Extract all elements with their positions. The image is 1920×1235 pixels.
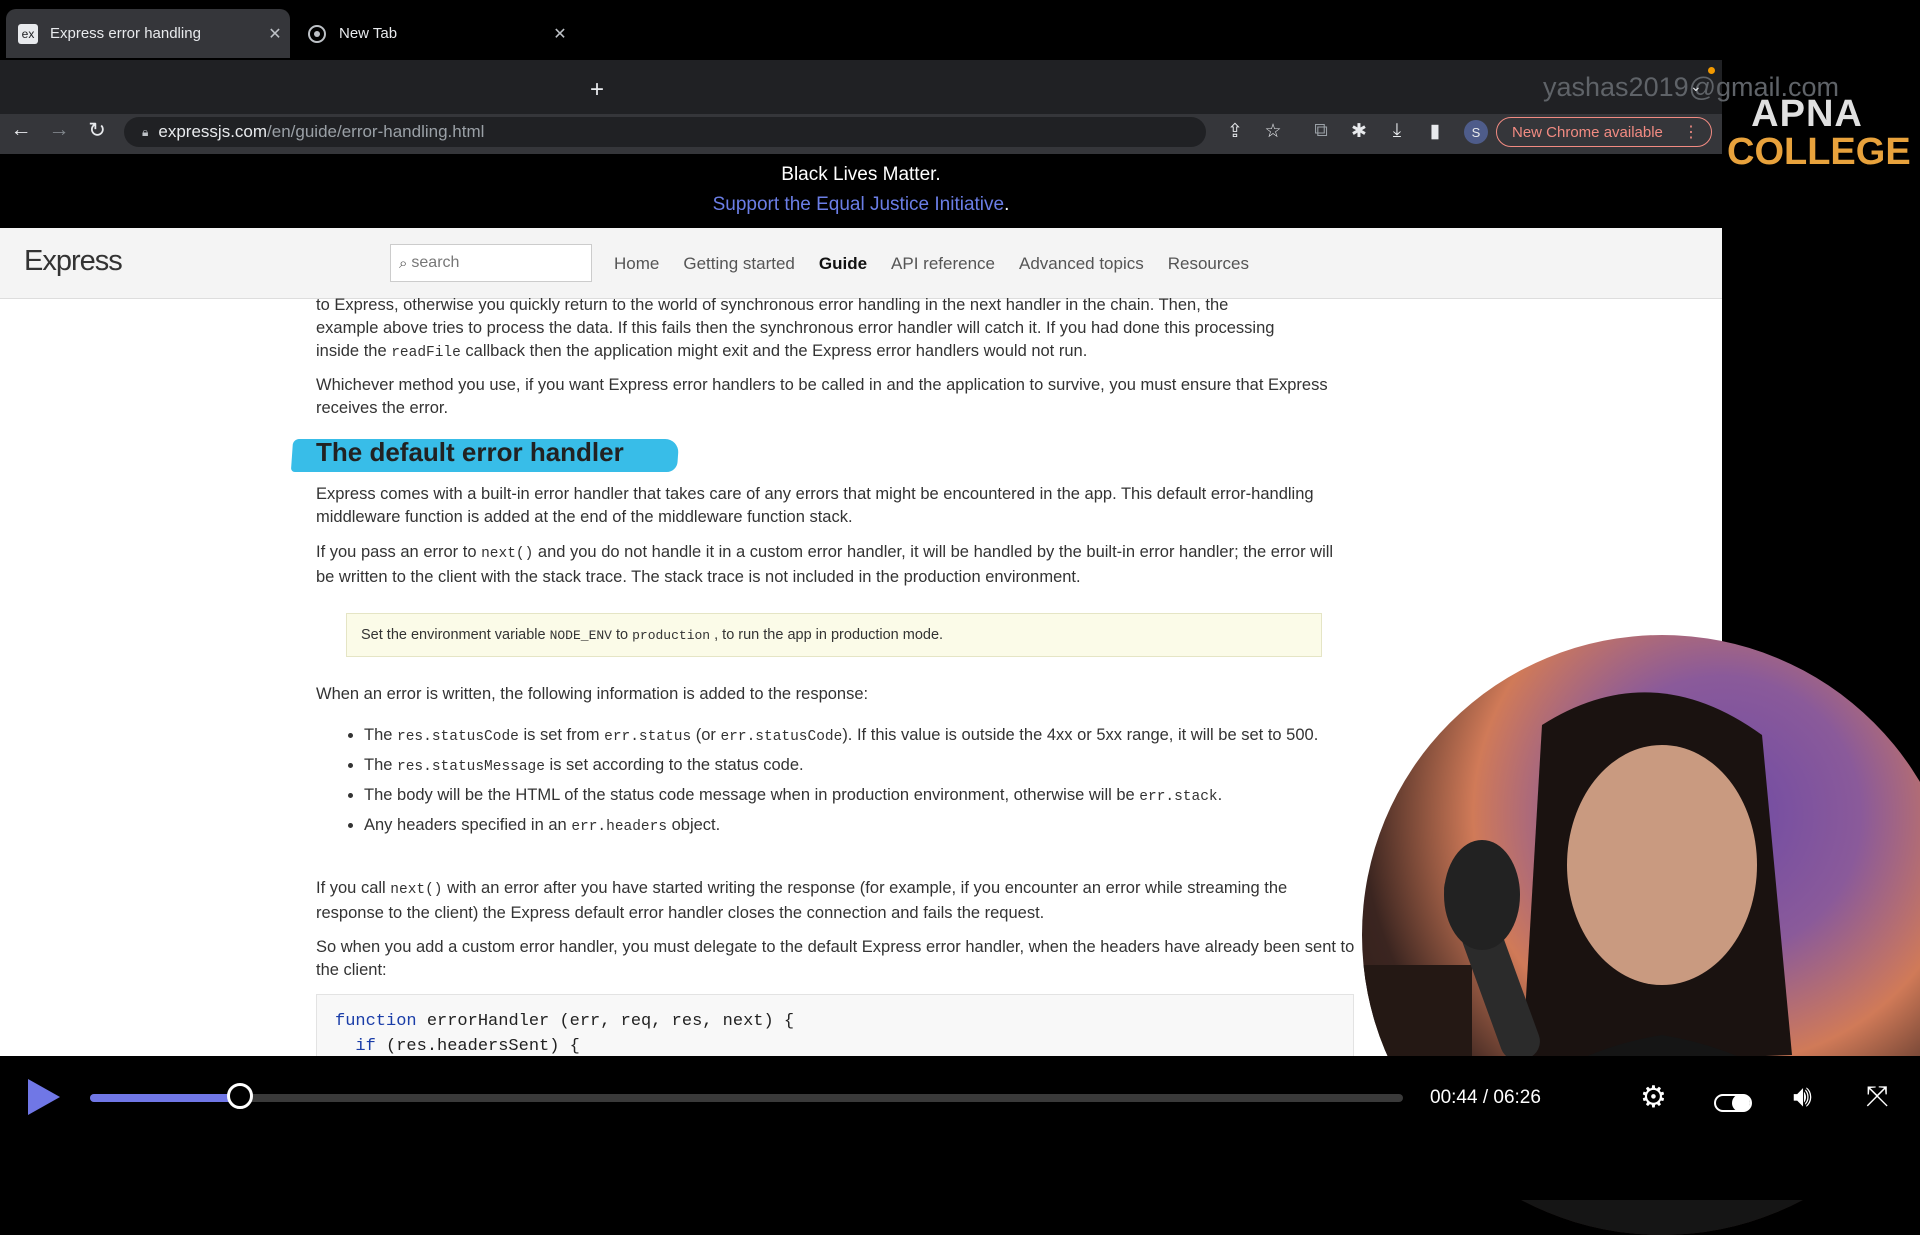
banner-period: .	[1004, 194, 1010, 215]
paragraph-call-next: If you call next() with an error after y…	[316, 879, 1288, 922]
extensions-puzzle-icon[interactable]: ✱	[1346, 120, 1372, 143]
new-chrome-available-button[interactable]: New Chrome available ⋮	[1496, 117, 1712, 147]
list-item: Any headers specified in an err.headers …	[364, 811, 1356, 841]
toggle-switch-icon[interactable]	[1714, 1088, 1752, 1122]
seek-bar[interactable]	[90, 1094, 1403, 1102]
close-tab-icon[interactable]: ✕	[260, 24, 290, 44]
tab-title: New Tab	[339, 25, 398, 42]
paragraph-readfile: to Express, otherwise you quickly return…	[316, 296, 1275, 361]
list-item: The res.statusCode is set from err.statu…	[364, 722, 1356, 751]
url-path: /en/guide/error-handling.html	[267, 122, 485, 141]
tab-express-error-handling[interactable]: ex Express error handling ✕	[6, 9, 290, 58]
nav-guide[interactable]: Guide	[819, 254, 867, 274]
tab-search-chevron-icon[interactable]: ⌄	[1690, 78, 1702, 95]
exit-fullscreen-icon[interactable]: ⤧	[1866, 1080, 1888, 1113]
video-controls	[0, 1056, 1920, 1200]
close-tab-icon[interactable]: ✕	[545, 24, 575, 44]
announcement-banner: Black Lives Matter. Support the Equal Ju…	[0, 154, 1722, 228]
nav-api-reference[interactable]: API reference	[891, 254, 995, 274]
equal-justice-link[interactable]: Support the Equal Justice Initiative	[713, 194, 1005, 215]
tab-new-tab[interactable]: New Tab ✕	[295, 9, 575, 58]
back-arrow-icon[interactable]: ←	[6, 118, 36, 142]
response-info-list: The res.statusCode is set from err.statu…	[316, 722, 1356, 841]
search-placeholder: search	[411, 254, 460, 271]
volume-icon[interactable]: 🔊︎	[1793, 1080, 1812, 1114]
url-host: expressjs.com	[158, 122, 268, 141]
tab-strip	[0, 60, 1722, 118]
reload-icon[interactable]: ↻	[82, 118, 112, 143]
share-icon[interactable]: ⇪	[1222, 120, 1248, 143]
paragraph-next: If you pass an error to next() and you d…	[316, 543, 1334, 586]
section-heading: The default error handler	[316, 437, 624, 467]
extension-c-icon[interactable]: ⧉	[1308, 120, 1334, 142]
lock-icon: 🔒︎	[142, 124, 149, 139]
play-icon[interactable]	[28, 1079, 60, 1115]
kebab-menu-icon[interactable]: ⋮	[1683, 122, 1699, 142]
update-label: New Chrome available	[1512, 123, 1663, 141]
paragraph-builtin: Express comes with a built-in error hand…	[316, 485, 1314, 526]
site-nav: Home Getting started Guide API reference…	[614, 254, 1249, 274]
nav-resources[interactable]: Resources	[1168, 254, 1249, 274]
tab-title: Express error handling	[50, 25, 201, 42]
paragraph-whichever: Whichever method you use, if you want Ex…	[316, 376, 1328, 417]
new-tab-button[interactable]: +	[590, 76, 604, 104]
apna-college-logo: APNA COLLEGE	[1727, 93, 1911, 173]
settings-gear-icon[interactable]: ⚙	[1640, 1080, 1667, 1115]
forward-arrow-icon[interactable]: →	[44, 118, 74, 142]
paragraph-error-written: When an error is written, the following …	[316, 685, 869, 703]
time-display: 00:44 / 06:26	[1430, 1087, 1541, 1108]
nav-getting-started[interactable]: Getting started	[683, 254, 795, 274]
bookmark-star-icon[interactable]: ☆	[1260, 120, 1286, 143]
logo-line1: APNA	[1751, 93, 1863, 135]
profile-avatar[interactable]: S	[1464, 120, 1488, 144]
nav-home[interactable]: Home	[614, 254, 659, 274]
list-item: The body will be the HTML of the status …	[364, 781, 1356, 811]
paragraph-delegate: So when you add a custom error handler, …	[316, 938, 1355, 979]
search-input[interactable]: ⌕ search	[390, 244, 592, 282]
seek-handle[interactable]	[226, 1083, 253, 1109]
express-favicon-icon: ex	[18, 23, 38, 44]
logo-line2: COLLEGE	[1727, 131, 1911, 173]
list-item: The res.statusMessage is set according t…	[364, 751, 1356, 781]
chrome-icon	[307, 24, 327, 44]
download-icon[interactable]: ⤓	[1384, 120, 1410, 142]
side-panel-icon[interactable]: ▮	[1422, 120, 1448, 143]
nav-advanced-topics[interactable]: Advanced topics	[1019, 254, 1144, 274]
notification-dot	[1708, 67, 1715, 74]
express-logo[interactable]: Express	[24, 245, 123, 278]
seek-progress	[90, 1094, 240, 1102]
banner-headline: Black Lives Matter.	[781, 164, 941, 185]
address-bar[interactable]: 🔒︎ expressjs.com/en/guide/error-handling…	[124, 117, 1206, 147]
search-icon: ⌕	[399, 254, 408, 272]
production-note: Set the environment variable NODE_ENV to…	[346, 613, 1322, 657]
